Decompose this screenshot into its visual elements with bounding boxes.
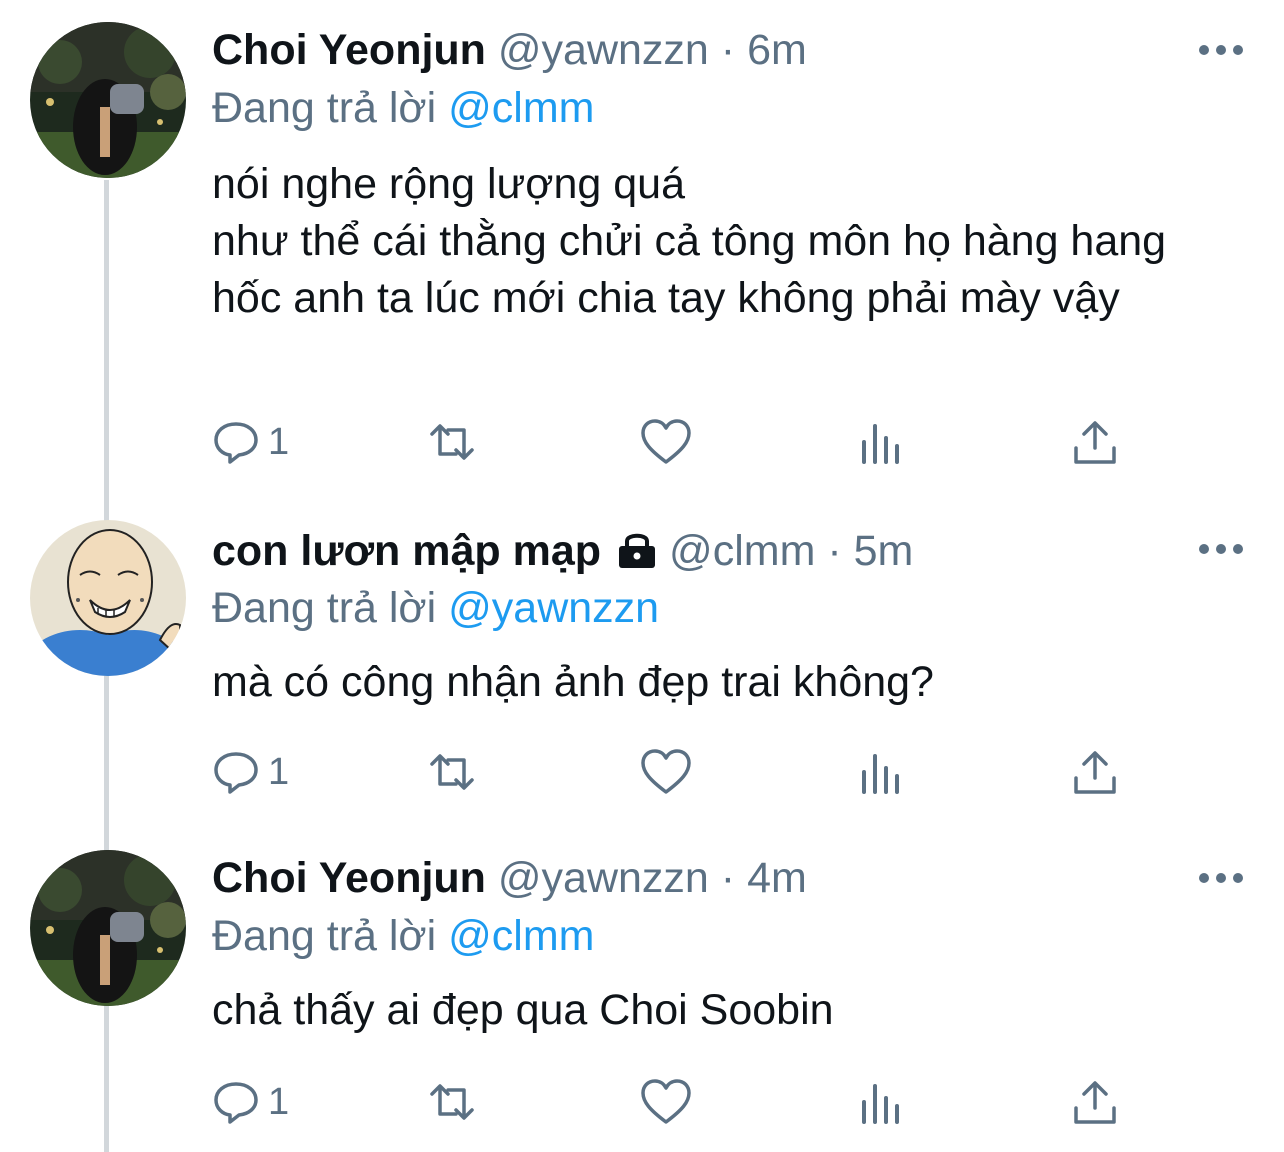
avatar[interactable] (30, 22, 186, 178)
analytics-icon (862, 1084, 899, 1124)
reply-count: 1 (268, 750, 290, 793)
separator-dot: · (827, 527, 842, 575)
analytics-button[interactable] (860, 412, 904, 472)
avatar[interactable] (30, 850, 186, 1006)
share-icon (1074, 751, 1116, 794)
action-bar: 1 (212, 412, 1212, 472)
lock-icon (619, 533, 656, 568)
reply-icon (214, 422, 258, 464)
mention-link[interactable]: @clmm (448, 84, 594, 132)
reply-button[interactable]: 1 (212, 742, 289, 802)
retweet-button[interactable] (424, 412, 480, 472)
like-icon (641, 749, 691, 794)
display-name[interactable]: con lươn mập mạp (212, 527, 601, 575)
separator-dot: · (720, 26, 736, 74)
retweet-button[interactable] (424, 1072, 480, 1132)
replying-to: Đang trả lời @clmm (212, 78, 594, 138)
reply-button[interactable]: 1 (212, 1072, 289, 1132)
action-bar: 1 (212, 742, 1212, 802)
like-icon (641, 419, 691, 464)
share-icon (1074, 421, 1116, 464)
timestamp[interactable]: 5m (854, 527, 914, 575)
replying-to: Đang trả lời @yawnzzn (212, 578, 659, 638)
more-icon[interactable] (1196, 539, 1246, 559)
analytics-button[interactable] (860, 1072, 904, 1132)
reply-prefix: Đang trả lời (212, 584, 437, 632)
tweet-header: Choi Yeonjun @yawnzzn · 6m (212, 20, 807, 80)
analytics-icon (862, 424, 899, 464)
user-handle[interactable]: @yawnzzn (498, 26, 709, 74)
analytics-icon (862, 754, 899, 794)
retweet-icon (430, 754, 474, 790)
like-button[interactable] (640, 1072, 692, 1132)
tweet-header: Choi Yeonjun @yawnzzn · 4m (212, 848, 807, 908)
reply-icon (214, 752, 258, 794)
like-icon (641, 1079, 691, 1124)
action-bar: 1 (212, 1072, 1212, 1132)
tweet-text: mà có công nhận ảnh đẹp trai không? (212, 658, 934, 706)
analytics-button[interactable] (860, 742, 904, 802)
retweet-button[interactable] (424, 742, 480, 802)
mention-link[interactable]: @clmm (448, 912, 594, 960)
reply-count: 1 (268, 420, 290, 463)
avatar[interactable] (30, 520, 186, 676)
tweet-text: chả thấy ai đẹp qua Choi Soobin (212, 986, 834, 1034)
tweet-header: con lươn mập mạp @clmm · 5m (212, 521, 913, 581)
user-handle[interactable]: @yawnzzn (498, 854, 709, 902)
reply-count: 1 (268, 1080, 290, 1123)
reply-icon (214, 1082, 258, 1124)
share-icon (1074, 1081, 1116, 1124)
separator-dot: · (720, 854, 736, 902)
share-button[interactable] (1072, 412, 1118, 472)
reply-prefix: Đang trả lời (212, 84, 437, 132)
timestamp[interactable]: 4m (747, 854, 807, 902)
retweet-icon (430, 424, 474, 460)
reply-button[interactable]: 1 (212, 412, 289, 472)
user-handle[interactable]: @clmm (669, 527, 815, 575)
replying-to: Đang trả lời @clmm (212, 906, 594, 966)
like-button[interactable] (640, 412, 692, 472)
display-name[interactable]: Choi Yeonjun (212, 26, 486, 74)
tweet-text: nói nghe rộng lượng quá như thể cái thằn… (212, 160, 1167, 322)
more-icon[interactable] (1196, 868, 1246, 888)
like-button[interactable] (640, 742, 692, 802)
reply-prefix: Đang trả lời (212, 912, 437, 960)
display-name[interactable]: Choi Yeonjun (212, 854, 486, 902)
share-button[interactable] (1072, 1072, 1118, 1132)
timestamp[interactable]: 6m (747, 26, 807, 74)
share-button[interactable] (1072, 742, 1118, 802)
retweet-icon (430, 1084, 474, 1120)
more-icon[interactable] (1196, 40, 1246, 60)
mention-link[interactable]: @yawnzzn (448, 584, 659, 632)
